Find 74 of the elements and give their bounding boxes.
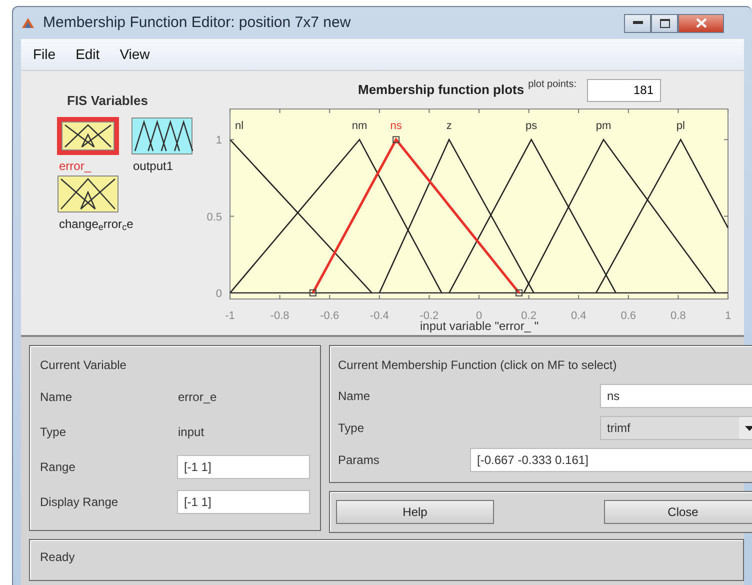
maximize-button[interactable] [651, 14, 678, 32]
plot-points-field[interactable]: 181 [586, 78, 660, 102]
minimize-icon [632, 21, 642, 25]
tick-label: 0 [216, 288, 222, 300]
curve-label: ps [525, 120, 538, 132]
panel-title: FIS Variables [66, 92, 149, 110]
field-label: Name [338, 388, 370, 405]
caret-icon [744, 426, 752, 430]
axis-label: input variable "error_ " [420, 319, 539, 335]
curve-label: nl [235, 120, 244, 132]
membership-curve[interactable] [230, 138, 442, 294]
tick-label: 0.5 [206, 211, 222, 224]
vertex-handle[interactable] [392, 136, 400, 144]
variable-icon[interactable] [57, 116, 119, 154]
tick-label: -1 [225, 310, 235, 322]
field-label: Range [40, 459, 76, 476]
type-dropdown[interactable]: trimf [600, 416, 752, 440]
maximize-icon [660, 18, 670, 28]
input-field[interactable]: [-1 1] [176, 455, 310, 480]
status-text: Ready [40, 550, 75, 564]
menu-item[interactable]: View [112, 42, 158, 67]
field-label: Display Range [40, 494, 120, 512]
chart-title: Membership function plots [358, 81, 524, 100]
curve-label: z [446, 120, 452, 132]
variable-icon[interactable] [131, 116, 193, 154]
menu-item[interactable]: File [25, 42, 64, 67]
tick-label: -0.4 [370, 310, 389, 322]
tick-label: 0.4 [570, 310, 586, 322]
dialog-button[interactable]: Close [604, 500, 752, 524]
membership-curve[interactable] [448, 138, 616, 294]
input-field[interactable]: ns [600, 384, 752, 408]
variable-label: output1 [133, 158, 174, 174]
membership-curve[interactable] [523, 138, 716, 294]
field-value: input [178, 424, 204, 441]
membership-curve[interactable] [312, 137, 520, 294]
field-label: Name [40, 388, 74, 406]
curve-label: pl [676, 120, 685, 132]
input-field[interactable]: [-0.667 -0.333 0.161] [470, 448, 752, 472]
input-field[interactable]: [-1 1] [176, 490, 310, 514]
field-label: Type [338, 420, 364, 437]
panel-title: Current Variable [40, 357, 128, 374]
minimize-button[interactable] [624, 14, 651, 32]
close-icon [696, 18, 706, 28]
variable-icon[interactable] [57, 174, 119, 212]
window-title: Membership Function Editor: position 7x7 new [43, 12, 351, 33]
app-icon [21, 17, 35, 29]
field-label: Params [338, 452, 380, 469]
curve-label: ns [390, 120, 402, 132]
close-button[interactable] [678, 14, 724, 32]
tick-label: 1 [724, 310, 732, 322]
curve-label: nm [352, 120, 368, 132]
dialog-button[interactable]: Help [336, 500, 494, 524]
menu-item[interactable]: Edit [68, 42, 108, 67]
membership-curve[interactable] [595, 138, 729, 294]
field-label: Type [40, 424, 68, 441]
membership-curve[interactable] [230, 139, 372, 294]
variable-label: error_ [59, 158, 92, 174]
tick-label: 0 [476, 310, 482, 322]
curve-label: pm [596, 120, 612, 132]
vertex-handle[interactable] [309, 289, 316, 296]
variable-label: change$_{e}$rror$_{c}$e [59, 216, 134, 232]
tick-label: -0.8 [270, 310, 290, 322]
plot-area[interactable] [230, 108, 728, 300]
panel-title: Current Membership Function (click on MF to select) [338, 357, 618, 374]
membership-curve[interactable] [378, 138, 534, 294]
tick-label: 0.6 [620, 310, 636, 322]
tick-label: 0.2 [521, 310, 536, 322]
tick-label: 0.8 [670, 310, 686, 322]
tick-label: 1 [216, 134, 222, 147]
tick-label: -0.2 [420, 310, 439, 322]
field-value: error_e [178, 388, 217, 406]
plot-points-label: plot points: [528, 78, 576, 92]
vertex-handle[interactable] [516, 289, 523, 296]
tick-label: -0.6 [320, 310, 340, 322]
